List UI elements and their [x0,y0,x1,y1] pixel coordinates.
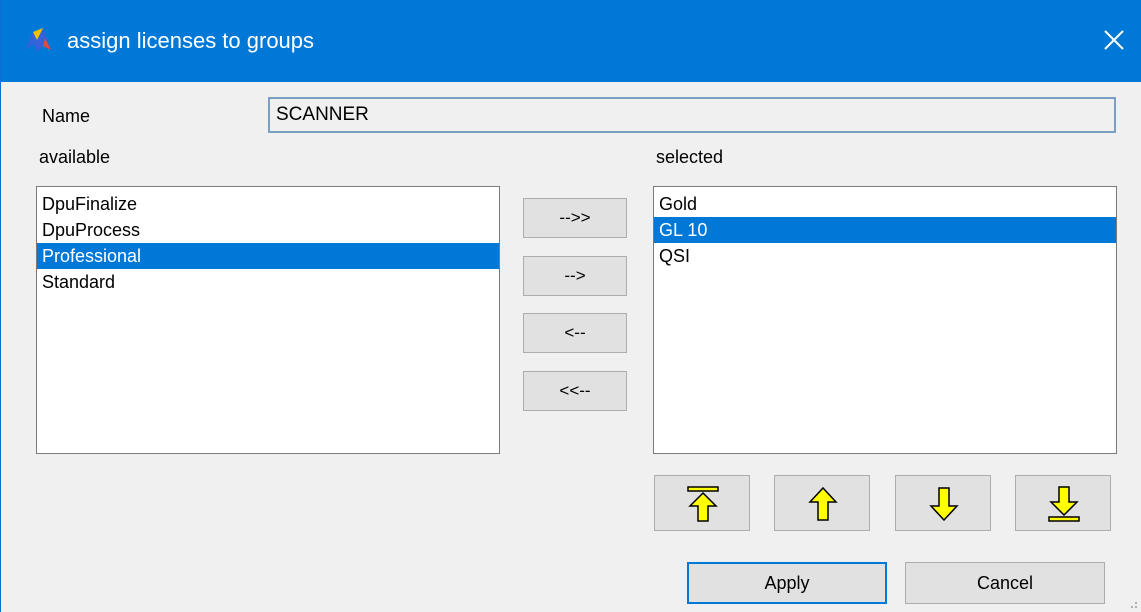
move-down-icon [929,487,959,522]
available-label: available [39,147,111,167]
title-bar[interactable]: assign licenses to groups [1,0,1141,82]
add-button[interactable]: --> [523,256,627,296]
app-logo-icon [23,26,53,54]
remove-all-button[interactable]: <<-- [523,371,627,411]
move-to-bottom-icon [1048,486,1080,522]
remove-button[interactable]: <-- [523,313,627,353]
close-button[interactable] [1086,0,1141,82]
cancel-button[interactable]: Cancel [905,562,1105,604]
move-down-button[interactable] [895,475,991,531]
resize-grip-icon[interactable] [1125,596,1139,610]
add-all-button[interactable]: -->> [523,198,627,238]
list-item[interactable]: QSI [654,243,1116,269]
list-item[interactable]: Professional [37,243,499,269]
apply-button[interactable]: Apply [687,562,887,604]
move-up-icon [808,486,838,521]
dialog-window: assign licenses to groups Name SCANNER a… [0,0,1141,612]
selected-listbox[interactable]: Gold GL 10 QSI [653,186,1117,454]
move-to-bottom-button[interactable] [1015,475,1111,531]
list-item[interactable]: GL 10 [654,217,1116,243]
move-to-top-icon [687,486,719,522]
selected-label: selected [656,147,724,167]
list-item[interactable]: DpuFinalize [37,191,499,217]
list-item[interactable]: Standard [37,269,499,295]
move-to-top-button[interactable] [654,475,750,531]
window-title: assign licenses to groups [67,28,315,53]
list-item[interactable]: Gold [654,191,1116,217]
close-icon [1104,30,1124,50]
list-item[interactable]: DpuProcess [37,217,499,243]
available-listbox[interactable]: DpuFinalize DpuProcess Professional Standar… [36,186,500,454]
name-label: Name [42,106,91,126]
move-up-button[interactable] [774,475,870,531]
name-field[interactable]: SCANNER [268,97,1116,133]
